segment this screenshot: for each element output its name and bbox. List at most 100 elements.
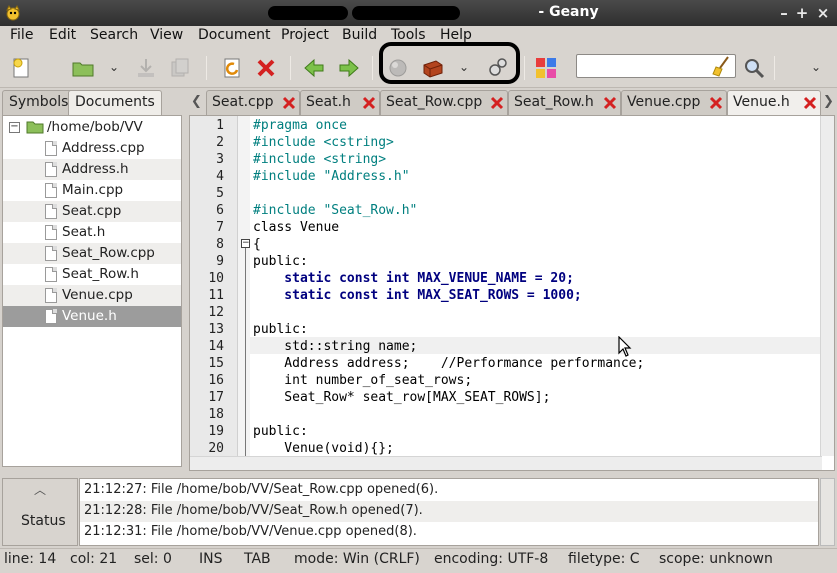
chevron-down-icon[interactable]: ⌄ [810, 60, 822, 74]
new-file-icon[interactable] [9, 56, 33, 80]
toolbar-separator [774, 56, 775, 80]
close-tab-icon[interactable] [361, 95, 377, 111]
toolbar-separator [290, 56, 291, 80]
line-number: 13 [208, 322, 224, 337]
file-item-seat-row-cpp[interactable]: Seat_Row.cpp [3, 243, 181, 264]
menu-document[interactable]: Document [198, 27, 271, 43]
tab-scroll-left-icon[interactable]: ❮ [191, 94, 202, 109]
sidebar: Symbols Documents − /home/bob/VV Address… [0, 88, 185, 471]
code-line: { [253, 237, 261, 252]
menu-tools[interactable]: Tools [391, 27, 426, 43]
mouse-cursor-icon [618, 336, 632, 357]
chevron-down-icon[interactable]: ⌄ [108, 60, 120, 74]
folder-label: /home/bob/VV [47, 119, 143, 135]
status-tab-label: Status [21, 513, 66, 529]
close-tab-icon[interactable] [281, 95, 297, 111]
code-line: Address address; //Performance performan… [253, 356, 645, 371]
file-item-main-cpp[interactable]: Main.cpp [3, 180, 181, 201]
file-icon [45, 267, 57, 282]
toolbar-separator [206, 56, 207, 80]
close-tab-icon[interactable] [489, 95, 505, 111]
file-item-seat-cpp[interactable]: Seat.cpp [3, 201, 181, 222]
code-line: static const int MAX_SEAT_ROWS = 1000; [253, 288, 582, 303]
folder-row[interactable]: − /home/bob/VV [3, 117, 181, 138]
file-icon [45, 288, 57, 303]
line-number: 1 [216, 118, 224, 133]
message-panel: ︿ Status 21:12:27: File /home/bob/VV/Sea… [0, 478, 837, 548]
line-number: 5 [216, 186, 224, 201]
collapse-icon[interactable]: − [9, 122, 20, 133]
file-label: Address.cpp [62, 140, 145, 156]
folder-icon [26, 121, 44, 134]
tab-label: Seat.h [306, 94, 351, 110]
menu-search[interactable]: Search [90, 27, 138, 43]
status-mode: mode: Win (CRLF) [294, 551, 420, 567]
tab-seat-row-cpp[interactable]: Seat_Row.cpp [380, 90, 508, 115]
horizontal-scrollbar[interactable] [190, 456, 822, 470]
back-icon[interactable] [302, 56, 326, 80]
tab-symbols[interactable]: Symbols [2, 90, 76, 115]
tab-venue-cpp[interactable]: Venue.cpp [621, 90, 727, 115]
code-line: #include "Seat_Row.h" [253, 203, 418, 218]
clear-search-icon[interactable] [710, 54, 732, 77]
fold-line [245, 248, 246, 456]
tab-label: Seat_Row.h [514, 94, 594, 110]
tab-status[interactable]: ︿ Status [2, 478, 78, 546]
status-col: col: 21 [70, 551, 118, 567]
file-item-venue-cpp[interactable]: Venue.cpp [3, 285, 181, 306]
file-item-venue-h[interactable]: Venue.h [3, 306, 181, 327]
file-item-seat-row-h[interactable]: Seat_Row.h [3, 264, 181, 285]
forward-icon[interactable] [337, 56, 361, 80]
code-editor[interactable]: 1 2 3 4 5 6 7 8 9 10 11 12 13 14 15 16 1… [189, 115, 835, 471]
document-tree: − /home/bob/VV Address.cpp Address.h Mai… [2, 115, 182, 467]
code-line: Seat_Row* seat_row[MAX_SEAT_ROWS]; [253, 390, 551, 405]
message-scrollbar[interactable] [820, 478, 835, 546]
toolbar-separator [372, 56, 373, 80]
minimize-button[interactable]: – [774, 3, 794, 23]
menu-file[interactable]: File [10, 27, 33, 43]
file-label: Venue.cpp [62, 287, 133, 303]
tab-seat-h[interactable]: Seat.h [300, 90, 380, 115]
file-item-address-cpp[interactable]: Address.cpp [3, 138, 181, 159]
menu-view[interactable]: View [150, 27, 183, 43]
window-title: - Geany [538, 4, 599, 20]
menu-edit[interactable]: Edit [49, 27, 76, 43]
tab-seat-row-h[interactable]: Seat_Row.h [508, 90, 621, 115]
menu-build[interactable]: Build [342, 27, 377, 43]
tab-label: Venue.cpp [627, 94, 701, 110]
code-line: public: [253, 322, 308, 337]
fold-toggle-icon[interactable]: − [241, 239, 250, 248]
maximize-button[interactable]: + [792, 3, 812, 23]
close-tab-icon[interactable] [602, 95, 618, 111]
find-icon[interactable] [742, 56, 766, 80]
line-number: 19 [208, 424, 224, 439]
status-sel: sel: 0 [134, 551, 172, 567]
close-tab-icon[interactable] [708, 95, 724, 111]
tab-documents[interactable]: Documents [68, 90, 162, 115]
file-item-seat-h[interactable]: Seat.h [3, 222, 181, 243]
tab-label: Seat_Row.cpp [386, 94, 483, 110]
line-number: 11 [208, 288, 224, 303]
close-window-button[interactable]: × [813, 3, 833, 23]
line-number: 18 [208, 407, 224, 422]
color-chooser-icon[interactable] [534, 56, 558, 80]
menu-project[interactable]: Project [281, 27, 329, 43]
revert-icon[interactable] [220, 56, 244, 80]
menu-help[interactable]: Help [440, 27, 472, 43]
open-file-icon[interactable] [71, 56, 95, 80]
close-file-icon[interactable] [254, 56, 278, 80]
file-icon [45, 246, 57, 261]
tab-venue-h[interactable]: Venue.h [727, 90, 821, 116]
code-line: int number_of_seat_rows; [253, 373, 473, 388]
line-number: 2 [216, 135, 224, 150]
vertical-scrollbar[interactable] [820, 116, 834, 456]
file-label: Main.cpp [62, 182, 124, 198]
tab-scroll-right-icon[interactable]: ❯ [823, 94, 834, 109]
save-all-icon[interactable] [168, 56, 192, 80]
file-item-address-h[interactable]: Address.h [3, 159, 181, 180]
line-number: 10 [208, 271, 224, 286]
tab-seat-cpp[interactable]: Seat.cpp [206, 90, 300, 115]
close-tab-icon[interactable] [802, 95, 818, 111]
chevron-up-icon[interactable]: ︿ [34, 481, 46, 498]
save-icon[interactable] [134, 56, 158, 80]
